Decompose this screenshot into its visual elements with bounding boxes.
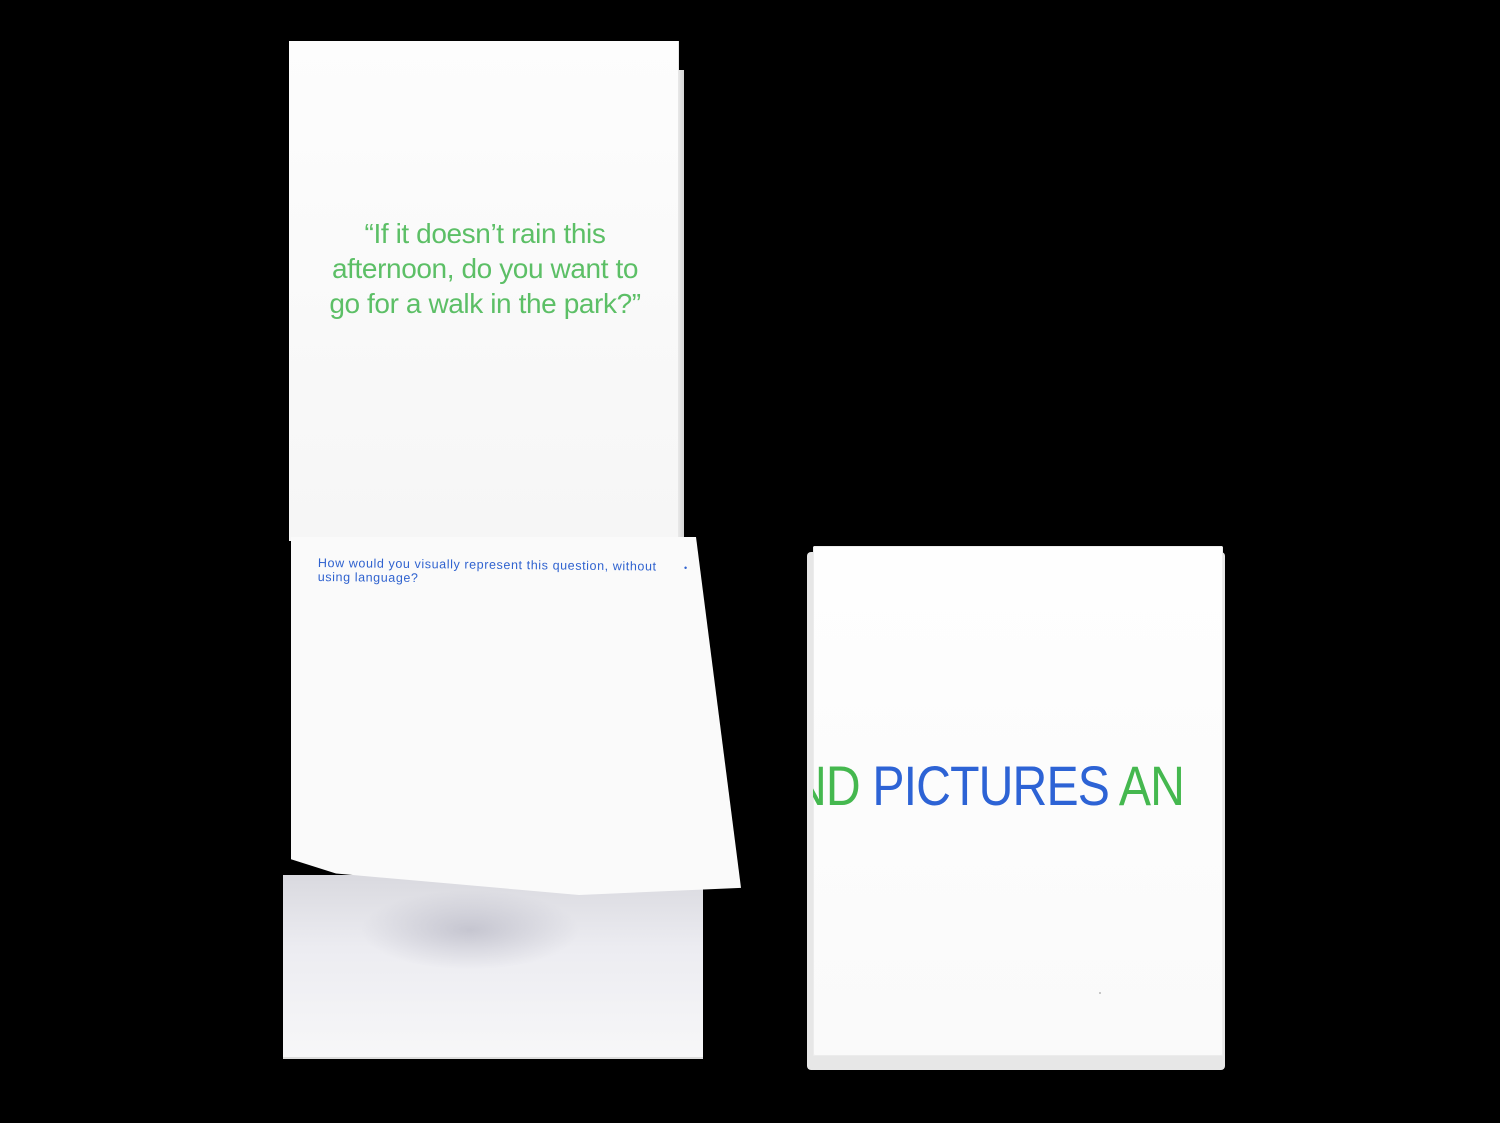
folded-booklet: “If it doesn’t rain this afternoon, do y… [0,0,1500,1123]
card-paper-speck [1099,992,1101,994]
booklet-page-edge [678,70,684,540]
booklet-folded-flap [291,537,741,895]
card-cover-text-middle: PICTURES [872,754,1110,817]
card-cover-text-left: ND [813,754,861,817]
card-pad-cover: ND PICTURES AN [813,546,1223,1056]
booklet-quote-text: “If it doesn’t rain this afternoon, do y… [329,218,641,319]
product-photo-scene: “If it doesn’t rain this afternoon, do y… [0,0,1500,1123]
card-cover-text-right: AN [1109,754,1185,817]
flap-edge-mark: • [684,563,688,573]
card-cover-text-line: ND PICTURES AN [813,751,1223,821]
card-pad: ND PICTURES AN [807,546,1225,1070]
booklet-top-page: “If it doesn’t rain this afternoon, do y… [289,41,679,541]
booklet-fold-shadow [360,890,580,970]
booklet-flap-question-text: How would you visually represent this qu… [317,556,657,586]
